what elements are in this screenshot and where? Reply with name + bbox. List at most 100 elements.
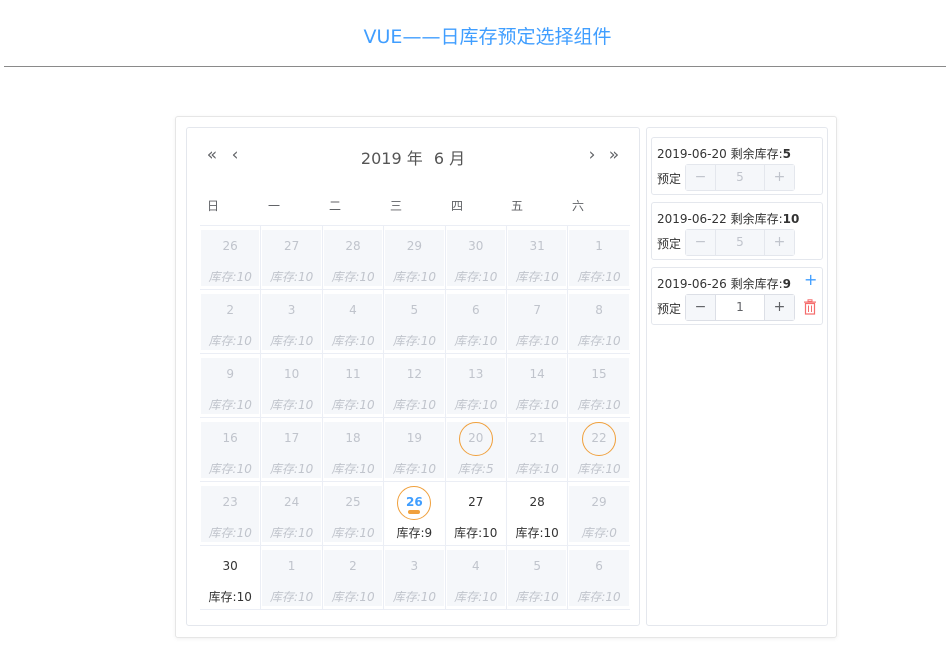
day-stock: 库存:10: [208, 462, 252, 476]
day-cell-background: 22 库存:10: [569, 422, 629, 478]
calendar-day-cell: 1 库存:10: [261, 546, 323, 610]
calendar-day-cell[interactable]: 27 库存:10: [446, 482, 507, 546]
calendar-day-cell: 29 库存:0: [568, 482, 629, 546]
calendar-day-cell: 2 库存:10: [323, 546, 385, 610]
day-stock: 库存:10: [454, 334, 498, 348]
day-cell-background: 8 库存:10: [569, 294, 629, 350]
calendar-day-cell: 7 库存:10: [507, 290, 569, 354]
calendar-day-cell: 19 库存:10: [384, 418, 446, 482]
calendar-day-cell: 28 库存:10: [323, 226, 385, 290]
day-number: 1: [595, 239, 603, 253]
day-stock: 库存:10: [269, 526, 314, 540]
reservation-date: 2019-06-22: [657, 212, 727, 226]
calendar-day-cell: 11 库存:10: [323, 354, 385, 418]
day-cell-background: 19 库存:10: [385, 422, 444, 478]
calendar-day-cell: 1 库存:10: [568, 226, 629, 290]
decrease-button[interactable]: −: [686, 295, 716, 320]
day-cell-background: 15 库存:10: [569, 358, 629, 414]
day-stock: 库存:10: [454, 590, 498, 604]
calendar-day-cell[interactable]: 28 库存:10: [507, 482, 569, 546]
day-stock: 库存:10: [515, 462, 559, 476]
calendar-day-cell: 16 库存:10: [200, 418, 262, 482]
day-cell-background: 28 库存:10: [323, 230, 383, 286]
day-stock: 库存:9: [396, 526, 433, 540]
next-year-button[interactable]: »: [605, 144, 623, 166]
day-cell-background: 25 库存:10: [323, 486, 383, 542]
calendar-day-cell: 3 库存:10: [261, 290, 323, 354]
page-title: VUE——日库存预定选择组件: [363, 26, 612, 48]
day-number: 28: [529, 495, 545, 509]
day-stock: 库存:10: [331, 334, 375, 348]
calendar-day-cell[interactable]: 30 库存:10: [200, 546, 262, 610]
weekday-label: 二: [329, 199, 342, 213]
day-number: 9: [226, 367, 235, 381]
day-stock: 库存:10: [208, 270, 252, 284]
month-label: 6 月: [433, 149, 466, 168]
decrease-button: −: [686, 230, 716, 255]
day-stock: 库存:10: [515, 526, 559, 540]
calendar-day-cell[interactable]: 26 库存:9: [384, 482, 446, 546]
day-number: 8: [595, 303, 603, 317]
remaining-value: 5: [782, 147, 791, 161]
day-number: 5: [533, 559, 541, 573]
increase-button[interactable]: +: [764, 295, 794, 320]
day-number: 27: [468, 495, 484, 509]
reservation-summary: 2019-06-26 剩余库存:9: [657, 275, 791, 292]
day-number: 18: [345, 431, 361, 445]
day-cell-background: 28 库存:10: [508, 486, 566, 542]
day-cell-background: 17 库存:10: [262, 422, 321, 478]
day-cell-background: 14 库存:10: [507, 358, 567, 414]
day-cell-background: 11 库存:10: [323, 358, 383, 414]
next-month-button[interactable]: ›: [583, 144, 601, 166]
day-stock: 库存:10: [515, 590, 559, 604]
day-cell-background: 12 库存:10: [385, 358, 444, 414]
plus-icon[interactable]: +: [804, 272, 817, 288]
day-stock: 库存:10: [331, 398, 375, 412]
day-stock: 库存:10: [331, 590, 375, 604]
quantity-stepper: − 5 +: [685, 229, 795, 256]
calendar-day-cell: 29 库存:10: [384, 226, 446, 290]
weekday-label: 五: [511, 199, 524, 213]
quantity-stepper[interactable]: − 1 +: [685, 294, 795, 321]
day-number: 26: [222, 239, 238, 253]
calendar-day-cell: 27 库存:10: [261, 226, 323, 290]
day-stock: 库存:10: [454, 526, 498, 540]
day-number: 26: [406, 495, 423, 509]
day-stock: 库存:10: [269, 590, 314, 604]
decrease-button: −: [686, 165, 716, 190]
day-number: 3: [410, 559, 419, 573]
day-number: 16: [222, 431, 238, 445]
day-stock: 库存:10: [331, 462, 375, 476]
calendar-day-cell: 5 库存:10: [384, 290, 446, 354]
calendar-title: 2019 年 6 月: [187, 145, 639, 169]
day-number: 21: [529, 431, 545, 445]
day-number: 1: [287, 559, 296, 573]
weekday-label: 一: [268, 199, 281, 213]
day-number: 6: [471, 303, 480, 317]
day-number: 12: [406, 367, 422, 381]
day-number: 11: [345, 367, 361, 381]
day-number: 22: [591, 431, 607, 445]
trash-icon[interactable]: [803, 299, 817, 315]
day-number: 19: [406, 431, 422, 445]
day-stock: 库存:10: [392, 334, 437, 348]
day-cell-background: 31 库存:10: [507, 230, 567, 286]
day-cell-background: 10 库存:10: [262, 358, 321, 414]
quantity-input[interactable]: 1: [716, 295, 764, 320]
day-number: 25: [345, 495, 361, 509]
calendar-week-row: 26 库存:10 27 库存:10 28 库存:10 29 库存:10 30 库存:10 31 库存:…: [200, 226, 630, 290]
day-stock: 库存:10: [269, 398, 314, 412]
day-cell-background: 1 库存:10: [262, 550, 321, 606]
day-number: 30: [222, 559, 238, 573]
weekday-label: 三: [390, 199, 403, 213]
day-number: 4: [349, 303, 357, 317]
day-number: 28: [345, 239, 361, 253]
day-cell-background: 18 库存:10: [323, 422, 383, 478]
calendar-day-cell: 31 库存:10: [507, 226, 569, 290]
remaining-label: 剩余库存:: [730, 147, 783, 161]
day-number: 3: [287, 303, 296, 317]
day-number: 2: [226, 303, 235, 317]
day-stock: 库存:10: [208, 398, 252, 412]
day-cell-background: 29 库存:0: [569, 486, 629, 542]
day-stock: 库存:10: [269, 462, 314, 476]
